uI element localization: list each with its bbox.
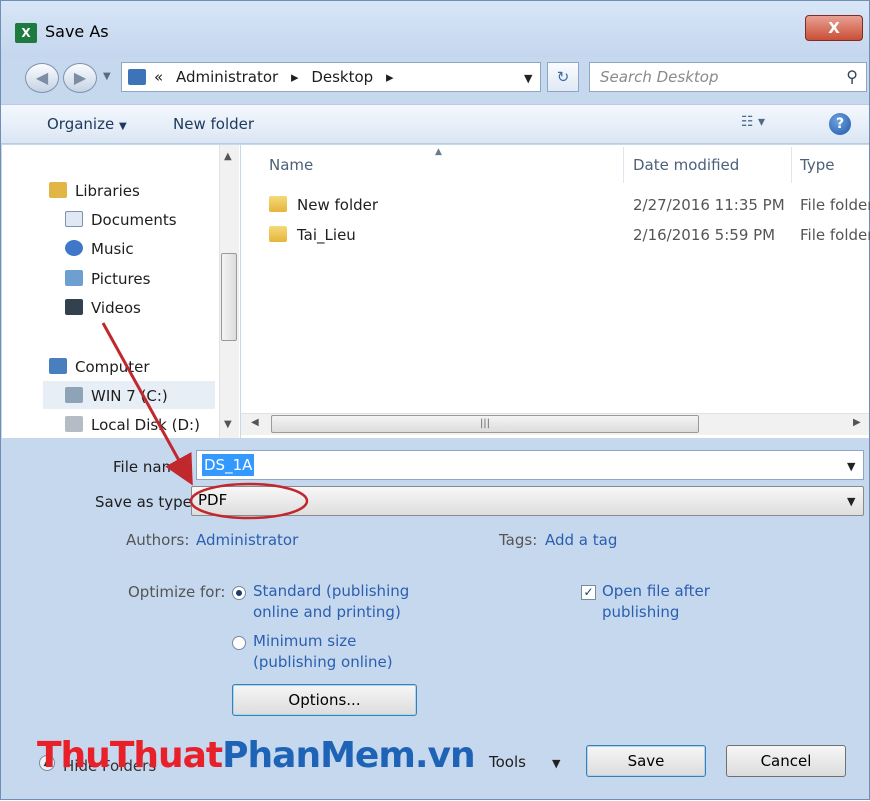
computer-icon	[49, 358, 67, 374]
nav-item-pictures[interactable]: Pictures	[65, 270, 150, 288]
optimize-standard-label[interactable]: Standard (publishing online and printing…	[253, 581, 409, 623]
drive-icon	[65, 387, 83, 403]
organize-button[interactable]: Organize ▼	[47, 115, 127, 133]
nav-item-documents[interactable]: Documents	[65, 211, 177, 229]
nav-item-music[interactable]: Music	[65, 240, 134, 258]
authors-label: Authors:	[126, 531, 190, 549]
folder-icon	[269, 196, 287, 212]
scroll-up-icon[interactable]: ▲	[224, 151, 232, 162]
column-header-name[interactable]: Name	[269, 156, 313, 174]
column-divider[interactable]	[623, 147, 624, 183]
authors-value[interactable]: Administrator	[196, 531, 298, 549]
save-as-dialog: X Save As X ◀ ▶ ▼ « Administrator ▸ Desk…	[0, 0, 870, 800]
file-type: File folder	[800, 196, 870, 214]
disk-icon	[65, 416, 83, 432]
file-list	[241, 145, 869, 438]
nav-item-win7-drive[interactable]: WIN 7 (C:)	[65, 387, 168, 405]
watermark-part1: ThuThuat	[37, 735, 223, 776]
column-header-date-modified[interactable]: Date modified	[633, 156, 739, 174]
nav-item-libraries[interactable]: Libraries	[49, 182, 140, 200]
change-view-icon[interactable]: ☷ ▾	[741, 114, 765, 130]
scroll-left-icon[interactable]: ◀	[251, 417, 259, 428]
open-after-publishing-checkbox[interactable]: ✓	[581, 585, 596, 600]
window-title: Save As	[45, 22, 109, 41]
file-name-label: File name:	[113, 458, 191, 476]
nav-item-videos[interactable]: Videos	[65, 299, 141, 317]
scroll-right-icon[interactable]: ▶	[853, 417, 861, 428]
optimize-minimum-radio[interactable]	[232, 636, 246, 650]
forward-button[interactable]: ▶	[63, 63, 97, 93]
folder-location-icon	[128, 69, 146, 85]
help-icon[interactable]: ?	[829, 113, 851, 135]
watermark-logo: ThuThuatPhanMem.vn	[37, 735, 476, 776]
nav-scroll-thumb[interactable]	[221, 253, 237, 341]
options-button[interactable]: Options...	[232, 684, 417, 716]
chevron-down-icon[interactable]: ▼	[847, 495, 855, 508]
save-as-type-value[interactable]: PDF	[198, 491, 227, 509]
optimize-minimum-label[interactable]: Minimum size (publishing online)	[253, 631, 393, 673]
save-as-type-label: Save as type:	[95, 493, 197, 511]
music-icon	[65, 240, 83, 256]
chevron-down-icon: ▼	[118, 121, 127, 132]
chevron-right-icon[interactable]: ▸	[386, 68, 394, 86]
organize-label: Organize	[47, 115, 115, 133]
libraries-icon	[49, 182, 67, 198]
file-row-new-folder[interactable]: New folder	[269, 196, 378, 214]
column-divider[interactable]	[791, 147, 792, 183]
tools-button[interactable]: Tools	[489, 753, 526, 771]
nav-item-local-disk[interactable]: Local Disk (D:)	[65, 416, 200, 434]
file-row-tai-lieu[interactable]: Tai_Lieu	[269, 226, 356, 244]
chevron-down-icon[interactable]: ▼	[552, 757, 560, 770]
address-overflow[interactable]: «	[154, 68, 163, 86]
optimize-for-label: Optimize for:	[128, 583, 226, 601]
sort-ascending-icon: ▲	[435, 147, 442, 157]
file-name-input[interactable]	[196, 450, 864, 480]
save-as-type-select[interactable]	[191, 486, 864, 516]
refresh-button[interactable]: ↻	[547, 62, 579, 92]
search-icon[interactable]: ⚲	[846, 67, 858, 86]
tags-label: Tags:	[499, 531, 538, 549]
nav-item-computer[interactable]: Computer	[49, 358, 150, 376]
chevron-down-icon[interactable]: ▼	[847, 460, 855, 473]
breadcrumb-administrator[interactable]: Administrator	[176, 68, 278, 86]
title-bar	[1, 1, 869, 57]
close-button[interactable]: X	[805, 15, 863, 41]
search-box[interactable]: Search Desktop ⚲	[589, 62, 867, 92]
column-header-type[interactable]: Type	[800, 156, 834, 174]
address-bar[interactable]: « Administrator ▸ Desktop ▸	[121, 62, 541, 92]
breadcrumb-desktop[interactable]: Desktop	[311, 68, 373, 86]
file-name-value[interactable]: DS_1A	[202, 454, 255, 476]
new-folder-button[interactable]: New folder	[173, 115, 254, 133]
save-button[interactable]: Save	[586, 745, 706, 777]
optimize-standard-radio[interactable]	[232, 586, 246, 600]
command-toolbar	[1, 104, 869, 144]
scroll-down-icon[interactable]: ▼	[224, 419, 232, 430]
recent-locations-dropdown[interactable]: ▼	[103, 71, 111, 82]
chevron-right-icon[interactable]: ▸	[291, 68, 299, 86]
back-button[interactable]: ◀	[25, 63, 59, 93]
videos-icon	[65, 299, 83, 315]
excel-app-icon: X	[15, 23, 37, 43]
documents-icon	[65, 211, 83, 227]
pictures-icon	[65, 270, 83, 286]
cancel-button[interactable]: Cancel	[726, 745, 846, 777]
open-after-publishing-label[interactable]: Open file after publishing	[602, 581, 710, 623]
file-type: File folder	[800, 226, 870, 244]
watermark-part2: PhanMem.vn	[222, 735, 475, 776]
add-tag-link[interactable]: Add a tag	[545, 531, 617, 549]
file-date: 2/16/2016 5:59 PM	[633, 226, 776, 244]
file-list-scroll-thumb[interactable]: |||	[271, 415, 699, 433]
file-date: 2/27/2016 11:35 PM	[633, 196, 785, 214]
search-input[interactable]: Search Desktop	[600, 68, 719, 86]
address-dropdown-icon[interactable]: ▼	[524, 72, 532, 85]
folder-icon	[269, 226, 287, 242]
